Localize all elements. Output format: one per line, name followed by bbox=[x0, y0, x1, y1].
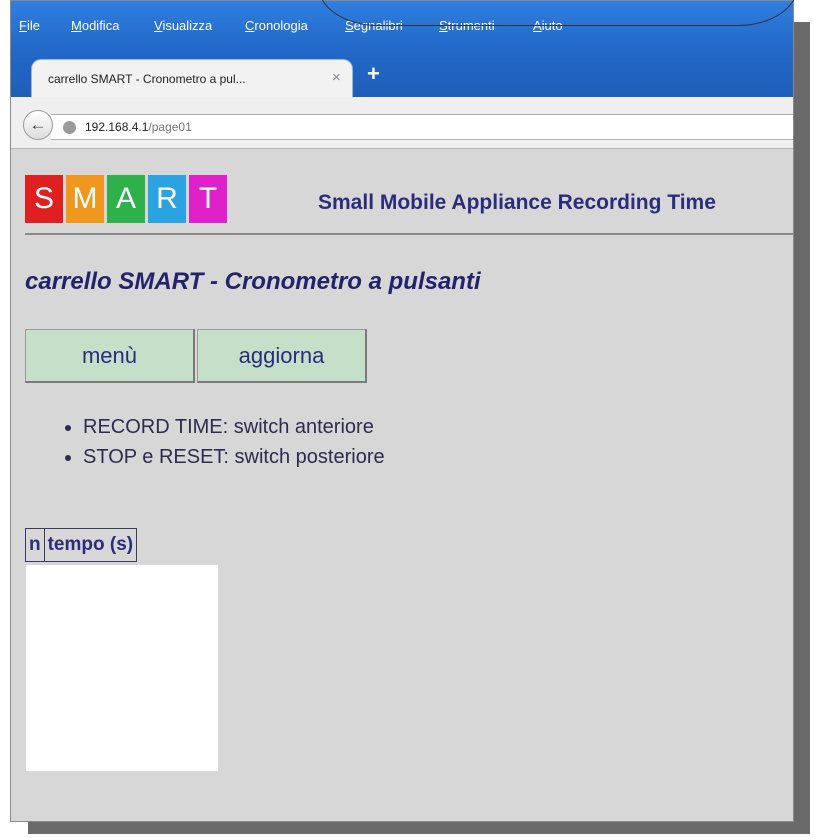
refresh-button[interactable]: aggiorna bbox=[197, 329, 367, 383]
tab-active[interactable]: carrello SMART - Cronometro a pul... × bbox=[31, 59, 353, 97]
menu-button[interactable]: menù bbox=[25, 329, 195, 383]
url-path: /page01 bbox=[148, 120, 192, 134]
globe-icon bbox=[63, 121, 76, 134]
callout-bubble bbox=[318, 0, 798, 26]
menu-visualizza[interactable]: Visualizza bbox=[154, 18, 212, 33]
list-item: RECORD TIME: switch anteriore bbox=[83, 412, 385, 442]
list-item: STOP e RESET: switch posteriore bbox=[83, 442, 385, 472]
logo-letter: R bbox=[148, 175, 186, 223]
browser-window: File Modifica Visualizza Cronologia Segn… bbox=[10, 0, 794, 822]
header-divider bbox=[25, 233, 793, 235]
new-tab-icon[interactable]: + bbox=[367, 63, 380, 85]
close-icon[interactable]: × bbox=[332, 69, 341, 86]
instructions-list: RECORD TIME: switch anteriore STOP e RES… bbox=[63, 412, 385, 472]
navigation-bar: 192.168.4.1/page01 ← bbox=[11, 97, 793, 149]
logo-letter: S bbox=[25, 175, 63, 223]
url-text: 192.168.4.1/page01 bbox=[85, 120, 192, 134]
column-header-tempo: tempo (s) bbox=[43, 528, 138, 562]
times-table: n tempo (s) bbox=[25, 528, 138, 562]
table-header-row: n tempo (s) bbox=[25, 528, 138, 562]
menu-file[interactable]: File bbox=[19, 18, 40, 33]
tab-strip: carrello SMART - Cronometro a pul... × + bbox=[11, 49, 793, 97]
logo-letter: A bbox=[107, 175, 145, 223]
tab-title: carrello SMART - Cronometro a pul... bbox=[48, 72, 246, 86]
blank-panel bbox=[26, 565, 218, 771]
menu-modifica[interactable]: Modifica bbox=[71, 18, 119, 33]
page-content: SMART Small Mobile Appliance Recording T… bbox=[11, 150, 793, 821]
logo-letter: T bbox=[189, 175, 227, 223]
url-host: 192.168.4.1 bbox=[85, 120, 149, 134]
back-arrow-icon[interactable]: ← bbox=[23, 110, 53, 140]
smart-logo: SMART bbox=[25, 175, 230, 223]
logo-tagline: Small Mobile Appliance Recording Time bbox=[318, 191, 716, 214]
logo-letter: M bbox=[66, 175, 104, 223]
column-header-n: n bbox=[25, 528, 45, 562]
menu-cronologia[interactable]: Cronologia bbox=[245, 18, 308, 33]
url-bar[interactable]: 192.168.4.1/page01 bbox=[51, 114, 793, 140]
page-title: carrello SMART - Cronometro a pulsanti bbox=[25, 268, 481, 295]
